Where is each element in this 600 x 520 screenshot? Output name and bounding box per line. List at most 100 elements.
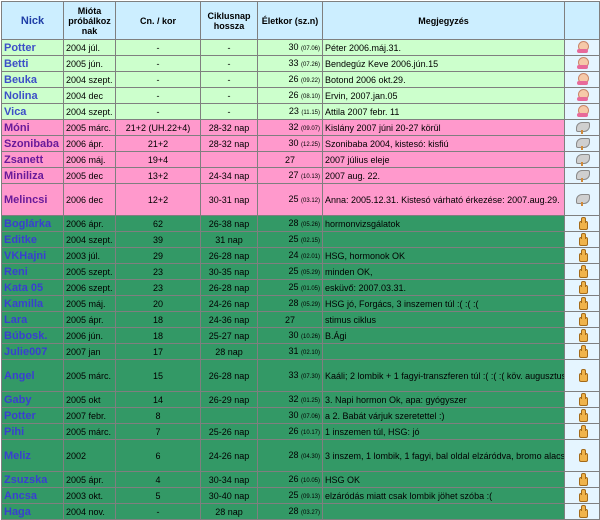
row-cn: 7 xyxy=(115,423,201,440)
row-age-value: 26 xyxy=(288,425,299,436)
row-cn: - xyxy=(115,55,201,72)
table-row: Zsuzska 2005 ápr. 4 30-34 nap 26 (10.05) HSG … xyxy=(1,471,600,488)
row-age-value: 28 xyxy=(288,297,299,308)
row-birthday: (07.06) xyxy=(300,45,320,52)
row-note: Botond 2006 okt.29. xyxy=(322,71,565,88)
row-age-value: 26 xyxy=(288,473,299,484)
thumb-icon xyxy=(575,296,589,310)
row-cn: 18 xyxy=(115,311,201,328)
row-birthday: (02.15) xyxy=(300,237,320,244)
row-cycle: 31 nap xyxy=(200,231,258,248)
row-icon-cell xyxy=(564,295,600,312)
row-age-value: 28 xyxy=(288,217,299,228)
table-row: Nolina 2004 dec - -26 (08.10) Ervin, 2007.ja… xyxy=(1,87,600,104)
row-cycle: 25-27 nap xyxy=(200,327,258,344)
baby-icon xyxy=(575,56,589,69)
row-birthday: (07.06) xyxy=(300,413,320,420)
row-cn: - xyxy=(115,103,201,120)
header-cn: Cn. / kor xyxy=(115,1,201,40)
row-cn: - xyxy=(115,39,201,56)
row-icon-cell xyxy=(564,71,600,88)
row-birthday: (02.10) xyxy=(300,349,320,356)
row-nick: Lara xyxy=(1,311,64,328)
row-nick: Melincsi xyxy=(1,183,64,216)
row-birthday: (07.30) xyxy=(300,373,320,380)
header-age: Életkor (sz.n) xyxy=(257,1,323,40)
baby-icon xyxy=(575,40,589,53)
row-cycle: 28 nap xyxy=(200,343,258,360)
row-birthday: (10.05) xyxy=(300,477,320,484)
row-nick: Kamilla xyxy=(1,295,64,312)
row-nick: Angel xyxy=(1,359,64,392)
header-icon-column xyxy=(564,1,600,40)
row-icon-cell xyxy=(564,167,600,184)
row-cycle: 30-40 nap xyxy=(200,487,258,504)
row-age: 27 xyxy=(257,311,323,328)
row-age-value: 32 xyxy=(288,393,299,404)
row-nick: Potter xyxy=(1,39,64,56)
thumb-icon xyxy=(575,328,589,342)
thumb-icon xyxy=(575,264,589,278)
row-icon-cell xyxy=(564,247,600,264)
row-age-value: 32 xyxy=(288,121,299,132)
row-icon-cell xyxy=(564,279,600,296)
baby-icon xyxy=(575,72,589,85)
row-note: 2007 aug. 22. xyxy=(322,167,565,184)
row-age-value: 25 xyxy=(288,193,299,204)
row-nick: Beuka xyxy=(1,71,64,88)
row-note: Ervin, 2007.jan.05 xyxy=(322,87,565,104)
row-icon-cell xyxy=(564,183,600,216)
row-nick: Julie007 xyxy=(1,343,64,360)
table-row: Miniliza 2005 dec 13+2 24-34 nap 27 (10.13) 2… xyxy=(1,167,600,184)
row-note: esküvő: 2007.03.31. xyxy=(322,279,565,296)
row-nick: Potter xyxy=(1,407,64,424)
table-row: Búbosk. 2006 jún. 18 25-27 nap 30 (10.26) B.Á… xyxy=(1,327,600,344)
row-age: 26 (10.05) xyxy=(257,471,323,488)
row-note: 3. Napi hormon Ok, apa: gyógyszer xyxy=(322,391,565,408)
row-since: 2005 okt xyxy=(63,391,116,408)
row-nick: Pihi xyxy=(1,423,64,440)
row-age: 28 (05.26) xyxy=(257,215,323,232)
row-age: 26 (09.22) xyxy=(257,71,323,88)
row-cn: 20 xyxy=(115,295,201,312)
row-cn: 5 xyxy=(115,487,201,504)
thumb-icon xyxy=(575,312,589,326)
row-note xyxy=(322,343,565,360)
row-icon-cell xyxy=(564,151,600,168)
row-note: Anna: 2005.12.31. Kistesó várható érkezé… xyxy=(322,183,565,216)
row-cn: 39 xyxy=(115,231,201,248)
row-birthday: (05.29) xyxy=(300,301,320,308)
row-note: 1 inszemen túl, HSG: jó xyxy=(322,423,565,440)
row-icon-cell xyxy=(564,391,600,408)
row-cn: 4 xyxy=(115,471,201,488)
row-cn: 17 xyxy=(115,343,201,360)
table-row: Gaby 2005 okt 14 26-29 nap 32 (01.25) 3. Napi… xyxy=(1,391,600,408)
row-age: 31 (02.10) xyxy=(257,343,323,360)
row-icon-cell xyxy=(564,215,600,232)
table-row: Julie007 2007 jan 17 28 nap 31 (02.10) xyxy=(1,343,600,360)
row-note: a 2. Babát várjuk szeretettel :) xyxy=(322,407,565,424)
row-age-value: 28 xyxy=(288,449,299,460)
row-age-value: 30 xyxy=(288,137,299,148)
row-note: HSG, hormonok OK xyxy=(322,247,565,264)
row-age-value: 24 xyxy=(288,249,299,260)
row-age: 25 (05.29) xyxy=(257,263,323,280)
table-body: Potter 2004 júl. - -30 (07.06) Péter 2006.má… xyxy=(1,39,600,520)
row-nick: Miniliza xyxy=(1,167,64,184)
table-row: Kata 05 2006 szept. 23 26-28 nap 25 (01.05) e… xyxy=(1,279,600,296)
row-birthday: (01.05) xyxy=(300,285,320,292)
row-cycle: 24-26 nap xyxy=(200,439,258,472)
row-cn: 15 xyxy=(115,359,201,392)
thumb-icon xyxy=(575,488,589,502)
row-icon-cell xyxy=(564,343,600,360)
row-since: 2006 máj. xyxy=(63,151,116,168)
header-nick: Nick xyxy=(1,1,64,40)
row-note: stimus ciklus xyxy=(322,311,565,328)
row-birthday: (11.15) xyxy=(301,109,320,116)
row-nick: Vica xyxy=(1,103,64,120)
row-age: 23 (11.15) xyxy=(257,103,323,120)
row-cn: 13+2 xyxy=(115,167,201,184)
table-row: VKHajni 2003 júl. 29 26-28 nap 24 (02.01) HSG… xyxy=(1,247,600,264)
row-age-value: 25 xyxy=(288,281,299,292)
row-cycle: 26-29 nap xyxy=(200,391,258,408)
